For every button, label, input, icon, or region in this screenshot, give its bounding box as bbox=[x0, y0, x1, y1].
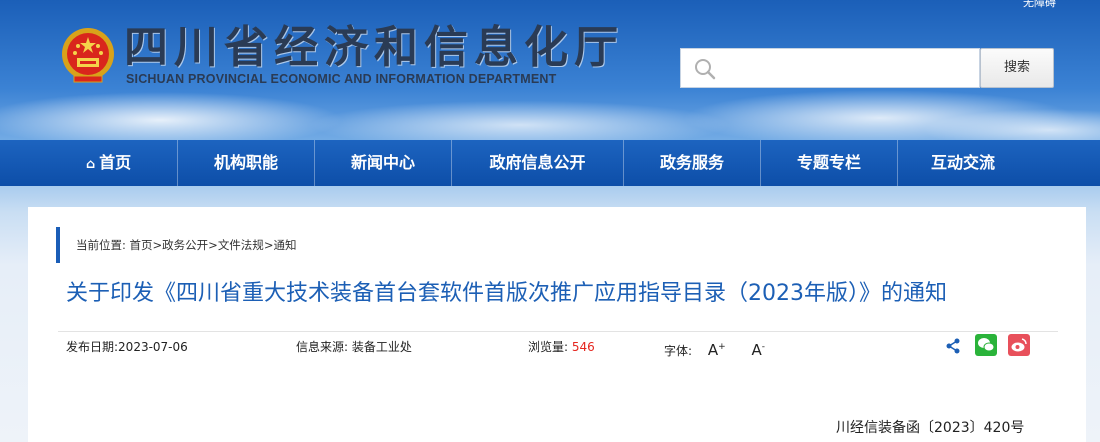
font-increase-sign: + bbox=[718, 342, 726, 352]
content-panel: 当前位置: 首页>政务公开>文件法规>通知 关于印发《四川省重大技术装备首台套软… bbox=[28, 207, 1086, 442]
weibo-icon[interactable] bbox=[1008, 334, 1030, 356]
document-number: 川经信装备函〔2023〕420号 bbox=[836, 420, 1025, 436]
search-button[interactable]: 搜索 bbox=[980, 48, 1054, 88]
views-label: 浏览量: bbox=[528, 340, 572, 354]
font-decrease-button[interactable]: A- bbox=[752, 341, 766, 359]
nav-item-home[interactable]: ⌂ 首页 bbox=[40, 140, 178, 186]
wechat-glyph bbox=[978, 338, 995, 352]
article-title: 关于印发《四川省重大技术装备首台套软件首版次推广应用指导目录（2023年版）》的… bbox=[66, 281, 947, 306]
nav-item-gov-info[interactable]: 政府信息公开 bbox=[452, 140, 624, 186]
info-source: 信息来源: 装备工业处 bbox=[296, 337, 412, 357]
wechat-icon[interactable] bbox=[975, 334, 997, 356]
search-icon bbox=[695, 59, 716, 80]
nav-item-topics[interactable]: 专题专栏 bbox=[761, 140, 898, 186]
view-count: 浏览量: 546 bbox=[528, 337, 595, 357]
breadcrumb: 当前位置: 首页>政务公开>文件法规>通知 bbox=[56, 227, 296, 263]
font-decrease-sign: - bbox=[761, 342, 766, 352]
breadcrumb-notice[interactable]: 通知 bbox=[273, 238, 296, 252]
main-nav: ⌂ 首页 机构职能 新闻中心 政府信息公开 政务服务 专题专栏 互动交流 bbox=[0, 140, 1100, 186]
breadcrumb-documents[interactable]: 文件法规 bbox=[218, 238, 264, 252]
breadcrumb-home[interactable]: 首页 bbox=[130, 238, 153, 252]
accessibility-link[interactable]: 无障碍 bbox=[1023, 0, 1056, 10]
views-value: 546 bbox=[571, 340, 595, 354]
site-title: 四川省经济和信息化厅 bbox=[124, 22, 624, 73]
weibo-glyph bbox=[1011, 338, 1027, 352]
search-input[interactable] bbox=[680, 48, 980, 88]
divider bbox=[58, 331, 1058, 332]
nav-item-interaction[interactable]: 互动交流 bbox=[898, 140, 1028, 186]
breadcrumb-gov-open[interactable]: 政务公开 bbox=[162, 238, 208, 252]
nav-item-news[interactable]: 新闻中心 bbox=[315, 140, 452, 186]
font-increase-letter: A bbox=[707, 341, 719, 359]
nav-item-label: 首页 bbox=[99, 153, 132, 172]
font-label: 字体: bbox=[664, 344, 693, 358]
breadcrumb-separator: > bbox=[152, 238, 163, 252]
national-emblem-icon bbox=[62, 28, 114, 83]
source-label: 信息来源: bbox=[296, 340, 352, 354]
breadcrumb-separator: > bbox=[263, 238, 274, 252]
nav-item-organization[interactable]: 机构职能 bbox=[178, 140, 315, 186]
publish-date: 发布日期:2023-07-06 bbox=[66, 337, 188, 357]
publish-label: 发布日期: bbox=[66, 340, 119, 354]
site-subtitle: SICHUAN PROVINCIAL ECONOMIC AND INFORMAT… bbox=[126, 72, 557, 86]
font-decrease-letter: A bbox=[751, 341, 762, 359]
home-icon: ⌂ bbox=[85, 157, 96, 172]
font-size-control: 字体: A+ A- bbox=[664, 337, 766, 359]
nav-item-services[interactable]: 政务服务 bbox=[624, 140, 761, 186]
share-icon[interactable] bbox=[945, 338, 961, 354]
breadcrumb-prefix: 当前位置: bbox=[76, 238, 130, 252]
publish-date-value: 2023-07-06 bbox=[118, 340, 188, 354]
breadcrumb-separator: > bbox=[208, 238, 218, 252]
source-value: 装备工业处 bbox=[351, 340, 412, 354]
font-increase-button[interactable]: A+ bbox=[708, 341, 726, 359]
